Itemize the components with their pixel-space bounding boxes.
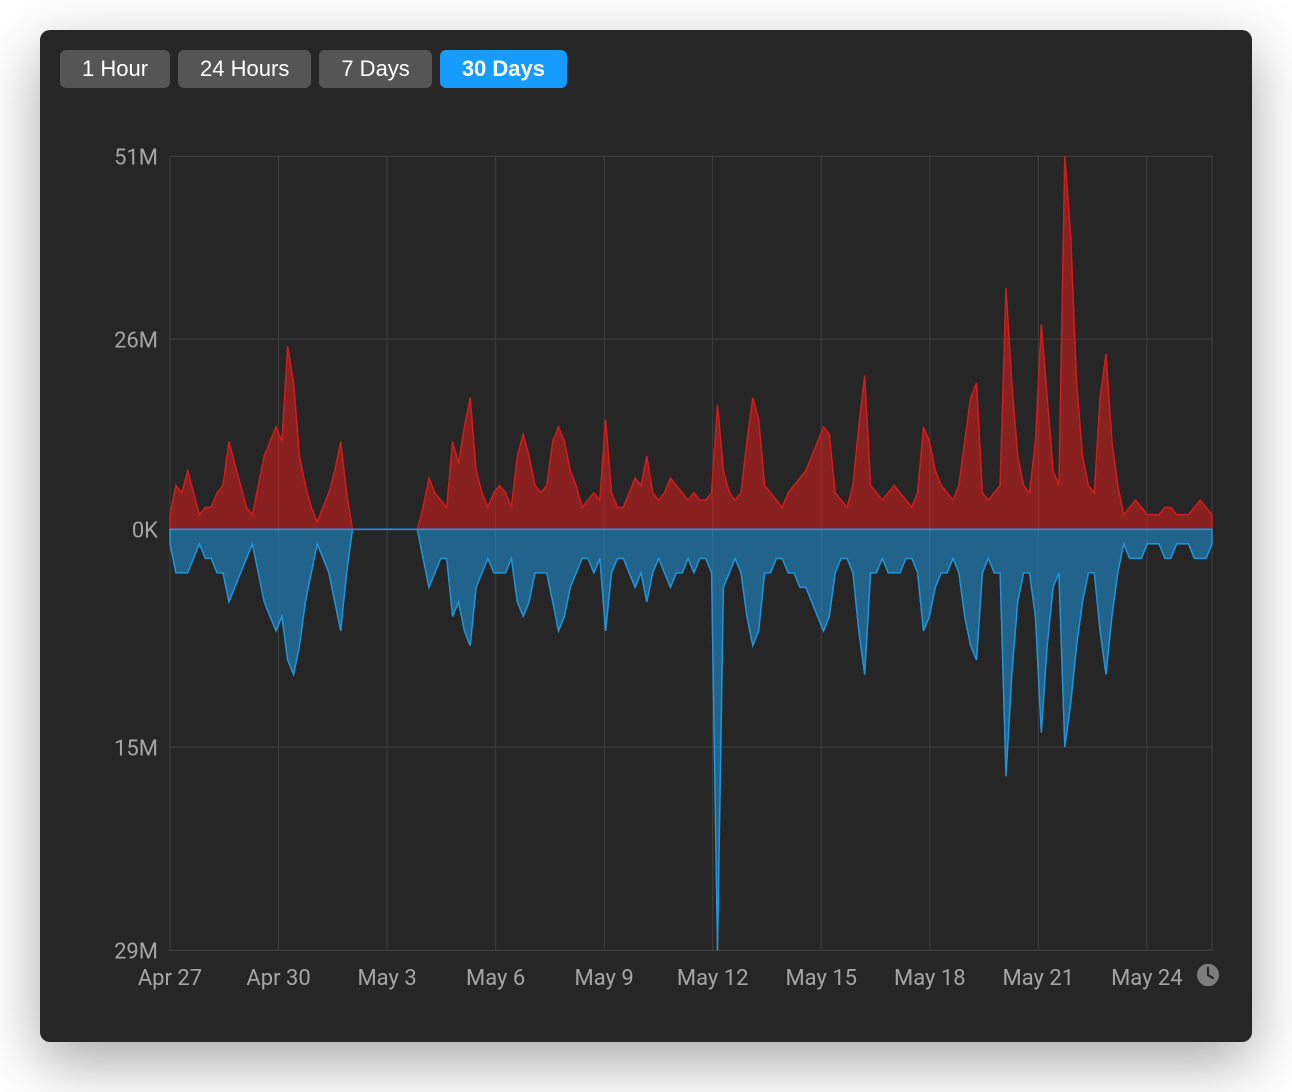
svg-text:May 24: May 24 [1111,965,1183,991]
tab-30-days[interactable]: 30 Days [440,50,567,88]
clock-icon[interactable] [1197,964,1219,986]
svg-text:Apr 30: Apr 30 [246,965,310,991]
svg-text:May 3: May 3 [357,965,416,991]
svg-text:29M: 29M [114,938,158,964]
upload-series [170,156,1212,529]
svg-text:May 21: May 21 [1003,965,1075,991]
svg-text:51M: 51M [114,144,158,170]
svg-text:26M: 26M [114,327,158,353]
tab-24-hours[interactable]: 24 Hours [178,50,311,88]
svg-text:0K: 0K [132,517,158,543]
time-range-tabs: 1 Hour 24 Hours 7 Days 30 Days [60,50,1232,88]
svg-text:15M: 15M [114,735,158,761]
download-series [170,529,1212,950]
svg-text:May 15: May 15 [785,965,857,991]
tab-7-days[interactable]: 7 Days [319,50,431,88]
svg-text:May 12: May 12 [677,965,749,991]
svg-text:May 18: May 18 [894,965,966,991]
svg-text:May 9: May 9 [575,965,634,991]
chart-area[interactable]: 0K 26M 51M 15M 29MApr 27 Apr 30 May 3 May 6 May … [60,100,1232,1022]
traffic-chart[interactable]: 0K 26M 51M 15M 29MApr 27 Apr 30 May 3 May 6 May … [60,100,1232,1022]
tab-1-hour[interactable]: 1 Hour [60,50,170,88]
svg-text:May 6: May 6 [466,965,525,991]
chart-panel: 1 Hour 24 Hours 7 Days 30 Days 0K 26M 51M 1… [40,30,1252,1042]
svg-text:Apr 27: Apr 27 [138,965,202,991]
